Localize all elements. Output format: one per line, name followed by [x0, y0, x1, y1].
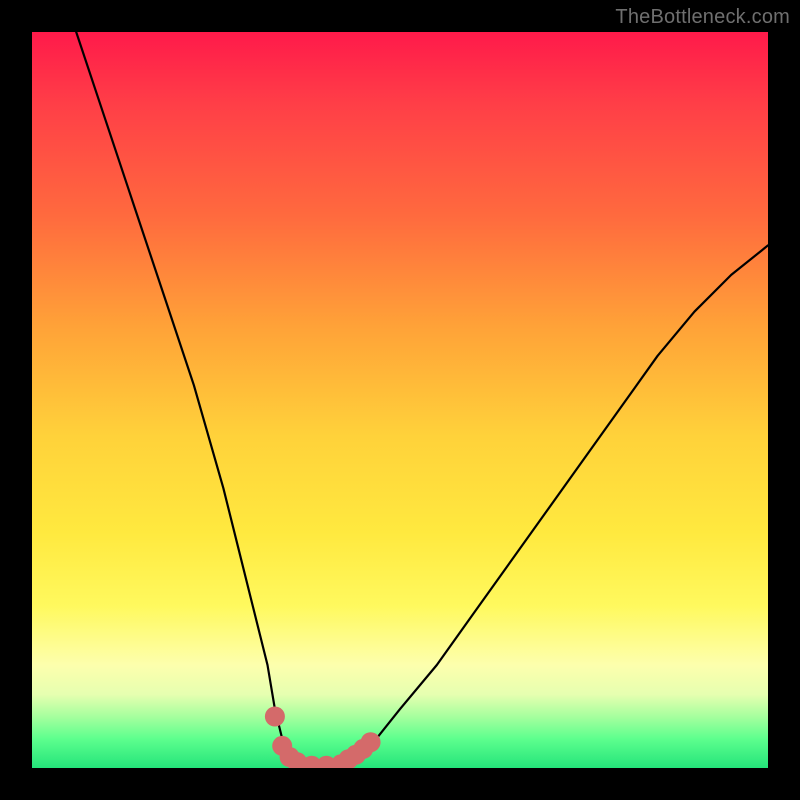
watermark-text: TheBottleneck.com — [615, 6, 790, 29]
highlight-dot — [265, 707, 285, 727]
highlight-dot — [361, 732, 381, 752]
outer-frame: TheBottleneck.com — [0, 0, 800, 800]
curve-svg — [32, 32, 768, 768]
bottleneck-curve — [76, 32, 768, 768]
highlight-dots — [265, 707, 381, 769]
plot-area — [32, 32, 768, 768]
